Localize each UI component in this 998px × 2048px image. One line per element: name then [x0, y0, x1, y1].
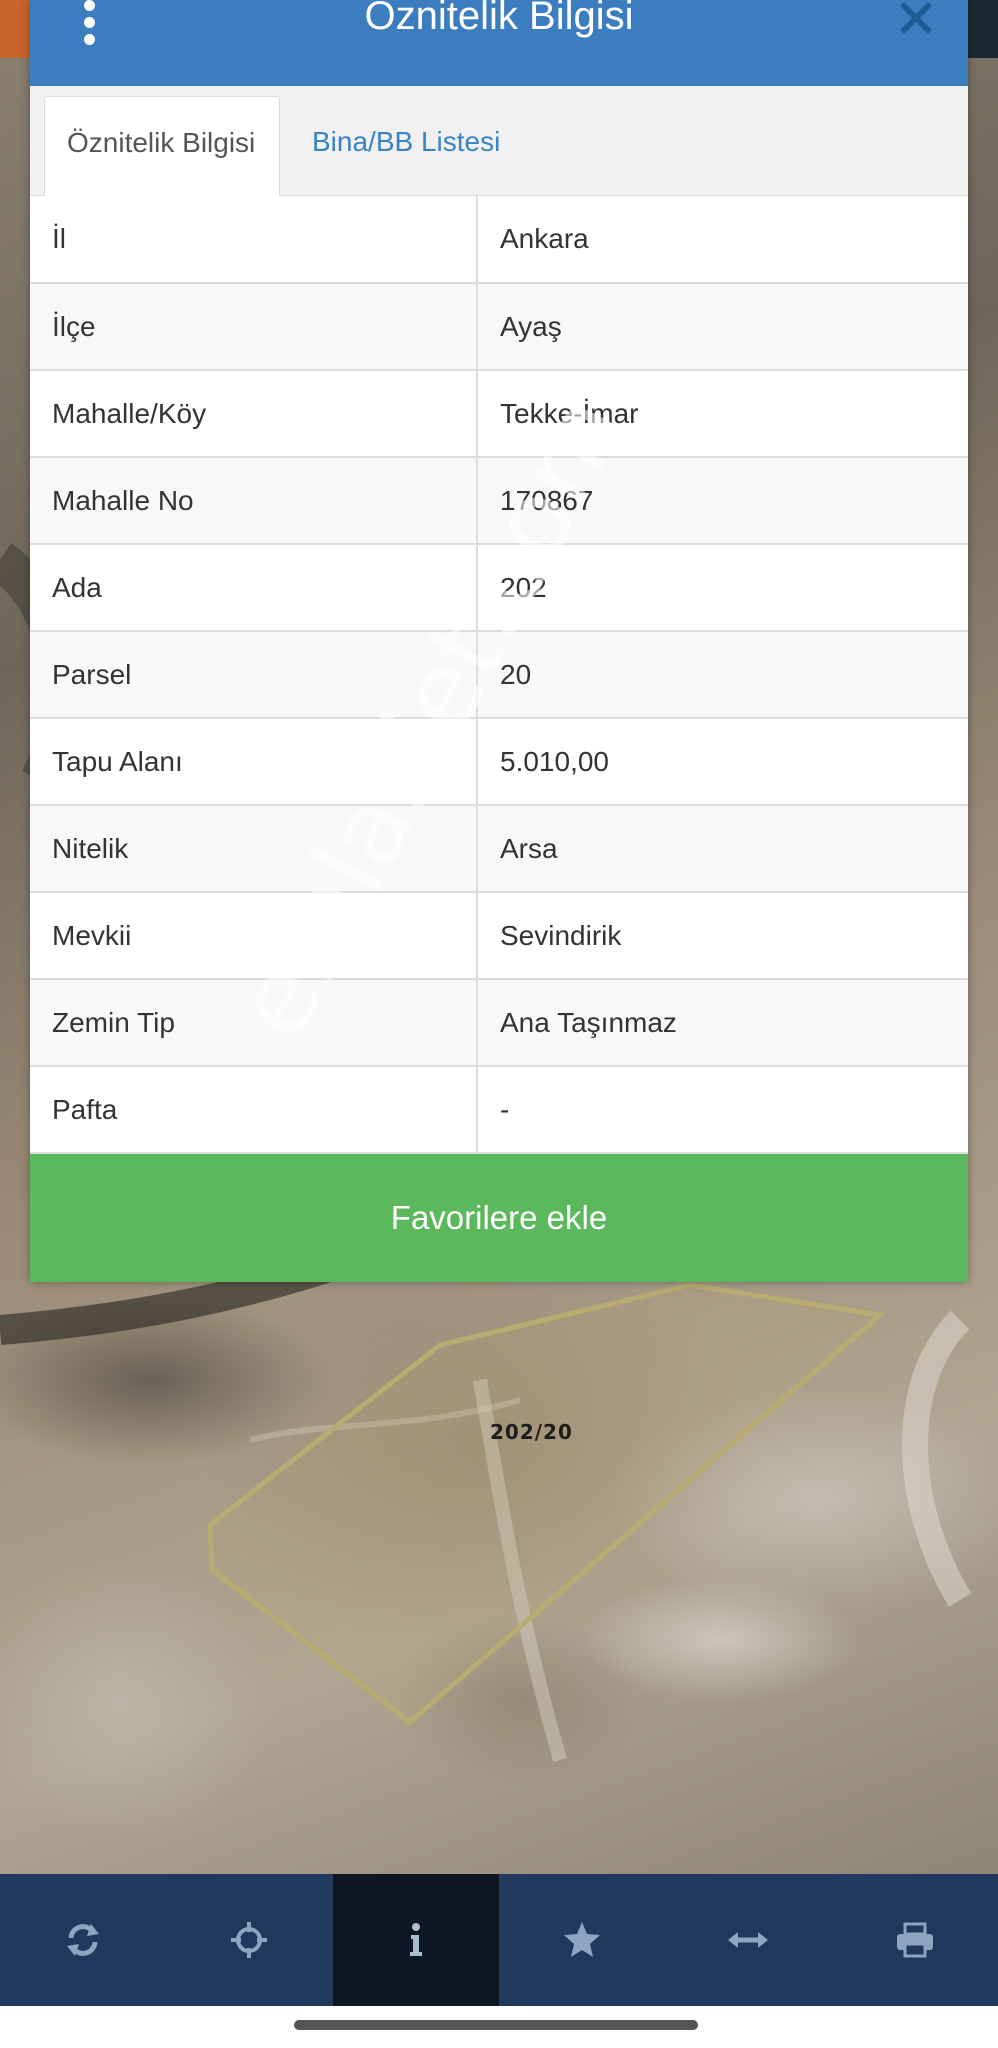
attribute-value: Ankara [477, 196, 968, 284]
table-row: Mahalle/Köy Tekke-İmar [30, 370, 968, 458]
attribute-value: 5.010,00 [477, 718, 968, 806]
attribute-key: İlçe [30, 283, 478, 371]
background-strip [0, 0, 30, 58]
info-icon [409, 1923, 422, 1956]
tab-attribute-info[interactable]: Öznitelik Bilgisi [44, 96, 280, 196]
measure-button[interactable] [665, 1874, 831, 2006]
attribute-value: Ana Taşınmaz [477, 979, 968, 1067]
dialog-header: Öznitelik Bilgisi [30, 0, 968, 86]
parcel-label: 202/20 [490, 1420, 573, 1444]
print-button[interactable] [832, 1874, 998, 2006]
attribute-value: Arsa [477, 805, 968, 893]
table-row: Pafta - [30, 1066, 968, 1154]
attribute-key: Ada [30, 544, 478, 632]
attribute-value: Sevindirik [477, 892, 968, 980]
locate-button[interactable] [166, 1874, 332, 2006]
attribute-key: Pafta [30, 1066, 478, 1154]
favorites-button[interactable] [499, 1874, 665, 2006]
print-icon [896, 1922, 933, 1958]
attribute-key: Mevkii [30, 892, 478, 980]
attribute-value: - [477, 1066, 968, 1154]
tab-building-list[interactable]: Bina/BB Listesi [290, 96, 522, 196]
home-indicator[interactable] [294, 2020, 698, 2030]
crosshair-icon [231, 1922, 268, 1958]
attribute-key: Tapu Alanı [30, 718, 478, 806]
attribute-value: 170867 [477, 457, 968, 545]
table-row: Nitelik Arsa [30, 805, 968, 893]
table-row: Parsel 20 [30, 631, 968, 719]
system-gesture-area [0, 2006, 998, 2048]
attribute-value: 202 [477, 544, 968, 632]
attribute-key: Zemin Tip [30, 979, 478, 1067]
attribute-dialog: Öznitelik Bilgisi Öznitelik Bilgisi Bina… [30, 0, 968, 1282]
star-icon [564, 1922, 601, 1957]
attribute-table: İl Ankara İlçe Ayaş Mahalle/Köy Tekke-İmar … [30, 196, 968, 1154]
attribute-key: Parsel [30, 631, 478, 719]
table-row: Mahalle No 170867 [30, 457, 968, 545]
table-row: Zemin Tip Ana Taşınmaz [30, 979, 968, 1067]
refresh-button[interactable] [0, 1874, 166, 2006]
close-icon[interactable] [898, 0, 934, 36]
attribute-key: Mahalle/Köy [30, 370, 478, 458]
table-row: Mevkii Sevindirik [30, 892, 968, 980]
refresh-icon [67, 1924, 100, 1956]
attribute-value: Ayaş [477, 283, 968, 371]
attribute-value: Tekke-İmar [477, 370, 968, 458]
dialog-title: Öznitelik Bilgisi [364, 0, 634, 38]
background-strip-right [968, 0, 998, 58]
attribute-value: 20 [477, 631, 968, 719]
tab-bar: Öznitelik Bilgisi Bina/BB Listesi [30, 86, 968, 196]
attribute-key: İl [30, 196, 478, 284]
table-row: İl Ankara [30, 196, 968, 284]
table-row: Tapu Alanı 5.010,00 [30, 718, 968, 806]
bottom-toolbar [0, 1874, 998, 2006]
measure-icon [728, 1932, 769, 1948]
attribute-key: Mahalle No [30, 457, 478, 545]
table-row: İlçe Ayaş [30, 283, 968, 371]
table-row: Ada 202 [30, 544, 968, 632]
attribute-key: Nitelik [30, 805, 478, 893]
info-button[interactable] [332, 1874, 499, 2006]
add-to-favorites-button[interactable]: Favorilere ekle [30, 1154, 968, 1282]
